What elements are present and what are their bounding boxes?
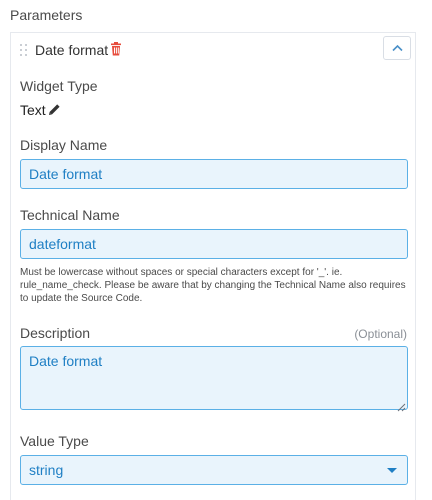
value-type-selected: string [29, 462, 64, 478]
technical-name-input[interactable] [20, 229, 408, 259]
parameter-panel: Date format Widget Type Text Display Nam… [10, 32, 416, 500]
description-textarea[interactable]: Date format [20, 346, 408, 410]
pencil-icon[interactable] [48, 103, 61, 116]
value-type-select[interactable]: string [20, 455, 408, 485]
chevron-up-icon [392, 44, 403, 52]
trash-icon[interactable] [110, 42, 122, 56]
value-type-label: Value Type [20, 433, 89, 449]
parameter-header: Date format [11, 33, 415, 67]
technical-name-label: Technical Name [20, 207, 120, 223]
description-label: Description [20, 325, 91, 341]
display-name-label: Display Name [20, 137, 108, 153]
collapse-button[interactable] [383, 36, 411, 60]
caret-down-icon [387, 468, 397, 473]
technical-name-help: Must be lowercase without spaces or spec… [20, 267, 406, 304]
display-name-input[interactable] [20, 159, 408, 189]
drag-handle-icon[interactable] [20, 44, 28, 56]
parameters-section: Parameters Date format Widget Type Text … [0, 0, 432, 500]
resize-grip-icon[interactable] [397, 399, 406, 412]
widget-type-label: Widget Type [20, 78, 98, 94]
optional-tag: (Optional) [354, 327, 407, 341]
widget-type-value: Text [20, 102, 46, 118]
section-title: Parameters [10, 7, 83, 23]
parameter-title: Date format [35, 42, 109, 58]
